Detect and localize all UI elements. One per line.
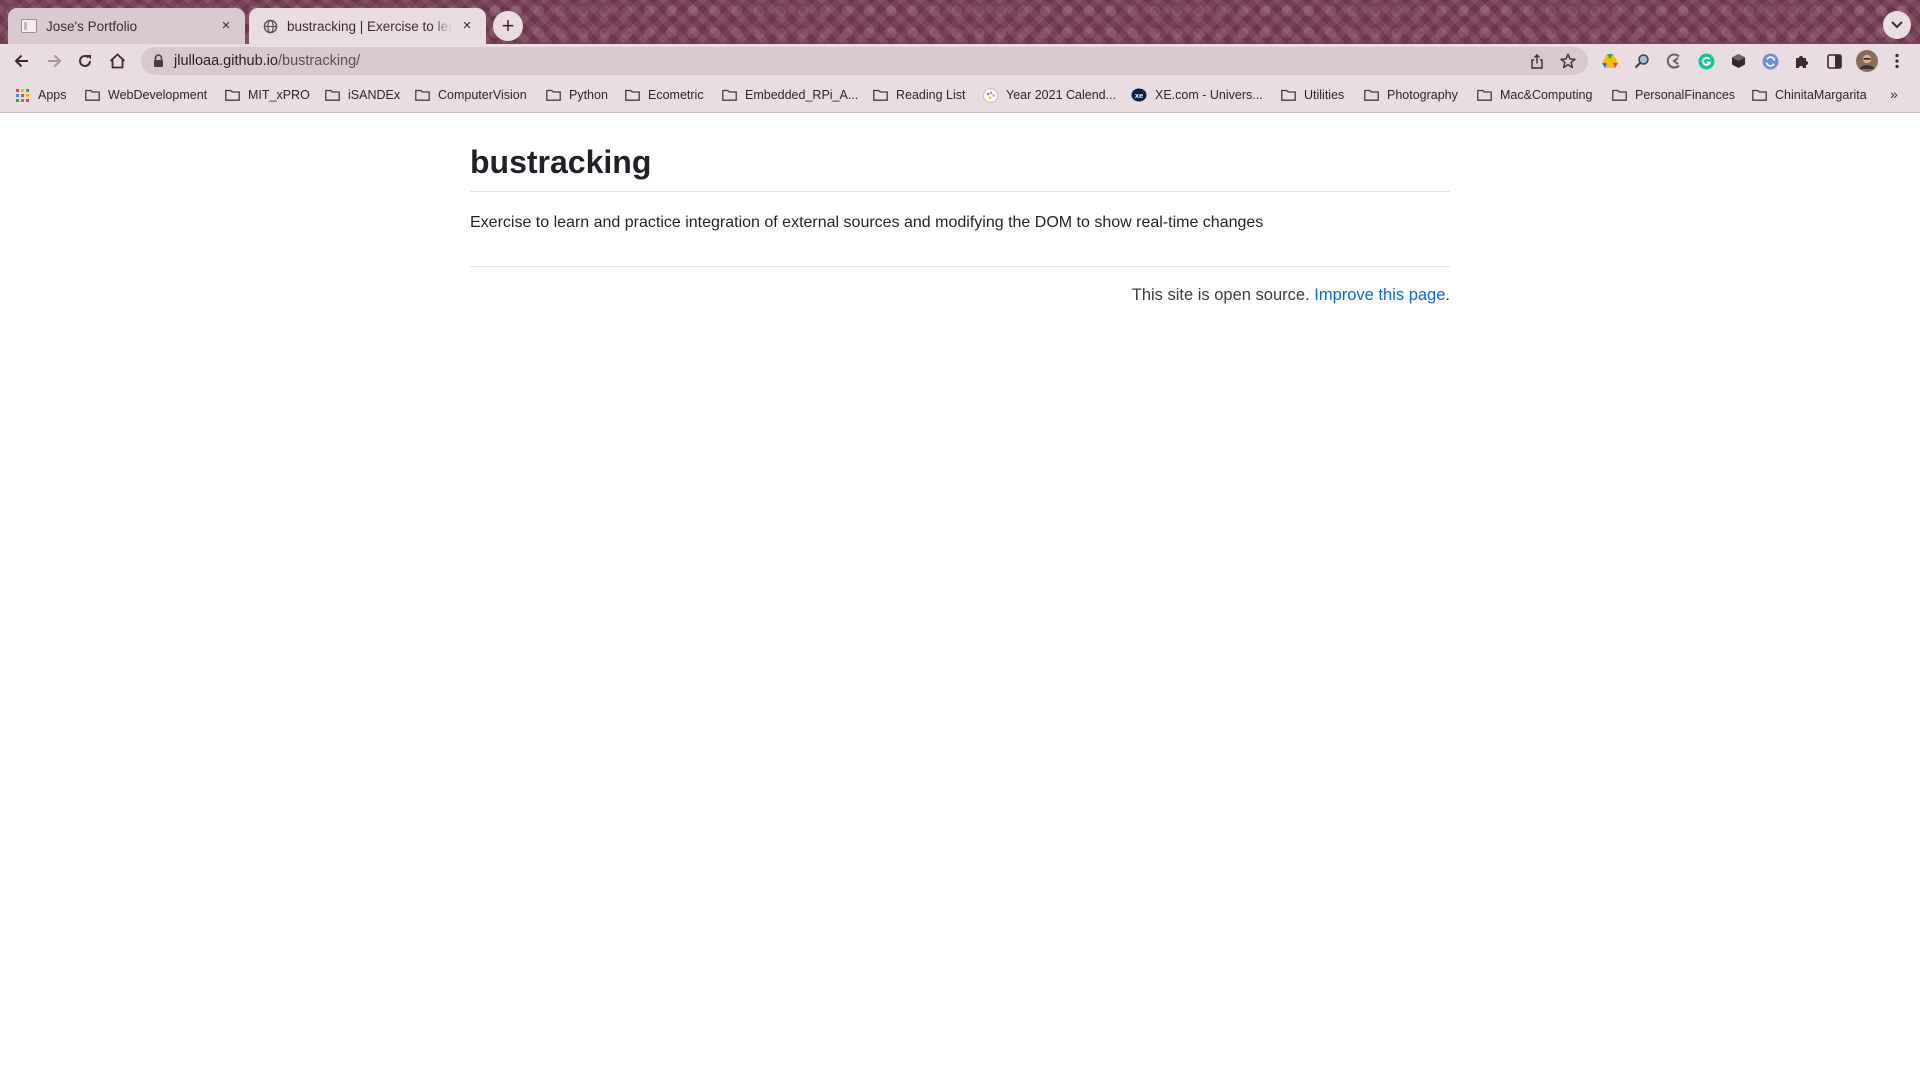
cube-extension-icon[interactable] <box>1729 52 1747 70</box>
bookmark-year-2021-calendar[interactable]: Year 2021 Calend... <box>982 86 1116 104</box>
url-text: jlulloaa.github.io/bustracking/ <box>174 53 360 69</box>
close-tab-icon[interactable]: × <box>217 17 235 35</box>
url-host: jlulloaa.github.io <box>174 53 278 69</box>
tab-bustracking[interactable]: bustracking | Exercise to learn and prac… <box>249 8 486 44</box>
sync-extension-icon[interactable] <box>1761 52 1779 70</box>
bookmark-label: ComputerVision <box>438 88 527 102</box>
bookmark-folder-webdevelopment[interactable]: WebDevelopment <box>84 86 207 104</box>
bookmark-folder-isandex[interactable]: iSANDEx <box>324 86 400 104</box>
bookmark-label: Reading List <box>896 88 966 102</box>
close-tab-icon[interactable]: × <box>458 17 476 35</box>
tab-title: Jose's Portfolio <box>46 18 138 34</box>
back-arrow-icon[interactable] <box>9 48 35 74</box>
bookmark-folder-photography[interactable]: Photography <box>1363 86 1458 104</box>
footer-text: This site is open source. <box>1131 286 1310 304</box>
bookmark-folder-mac-computing[interactable]: Mac&Computing <box>1476 86 1592 104</box>
bookmark-folder-mit-xpro[interactable]: MIT_xPRO <box>224 86 310 104</box>
bookmark-folder-embedded-rpi[interactable]: Embedded_RPi_A... <box>721 86 858 104</box>
url-path: /bustracking/ <box>278 53 361 69</box>
puzzle-extensions-icon[interactable] <box>1793 52 1811 70</box>
bookmark-label: WebDevelopment <box>108 88 208 102</box>
bookmark-folder-chinitamargarita[interactable]: ChinitaMargarita <box>1751 86 1867 104</box>
grammarly-icon[interactable] <box>1697 52 1715 70</box>
google-drive-icon[interactable] <box>1601 52 1619 70</box>
address-bar[interactable]: jlulloaa.github.io/bustracking/ <box>141 47 1588 75</box>
tab-search-chevron-down-icon[interactable] <box>1883 11 1911 39</box>
new-tab-button[interactable]: + <box>493 11 523 41</box>
magnifier-extension-icon[interactable] <box>1633 52 1651 70</box>
bookmark-folder-reading-list[interactable]: Reading List <box>872 86 966 104</box>
folder-icon <box>1751 88 1767 102</box>
bookmark-label: Year 2021 Calend... <box>1006 88 1117 102</box>
bookmark-folder-computervision[interactable]: ComputerVision <box>414 86 527 104</box>
bookmark-label: XE.com - Univers... <box>1155 88 1263 102</box>
divider <box>470 266 1450 267</box>
page-title: bustracking <box>470 144 1450 192</box>
bookmark-label: Python <box>569 88 608 102</box>
folder-icon <box>545 88 561 102</box>
reload-icon[interactable] <box>72 48 98 74</box>
bookmark-label: MIT_xPRO <box>248 88 310 102</box>
bookmark-label: Ecometric <box>648 88 704 102</box>
xe-logo-icon: xe <box>1131 88 1147 102</box>
lock-icon[interactable] <box>153 54 164 73</box>
calendar-site-icon <box>982 87 998 103</box>
folder-icon <box>1363 88 1379 102</box>
bookmark-folder-utilities[interactable]: Utilities <box>1280 86 1344 104</box>
browser-menu-icon[interactable] <box>1890 52 1904 70</box>
folder-icon <box>872 88 888 102</box>
bookmark-label: Utilities <box>1304 88 1345 102</box>
bookmark-folder-ecometric[interactable]: Ecometric <box>624 86 704 104</box>
share-icon[interactable] <box>1528 52 1546 70</box>
globe-icon <box>262 18 278 34</box>
folder-icon <box>414 88 430 102</box>
apps-grid-icon <box>14 88 30 102</box>
folder-icon <box>324 88 340 102</box>
page-footer: This site is open source. Improve this p… <box>1132 286 1450 305</box>
more-bookmarks-chevron-icon[interactable]: » <box>1890 86 1898 102</box>
folder-icon <box>624 88 640 102</box>
bookmark-label: Apps <box>38 88 67 102</box>
page-description: Exercise to learn and practice integrati… <box>470 214 1264 231</box>
avatar[interactable] <box>1856 50 1878 72</box>
folder-icon <box>1476 88 1492 102</box>
bookmark-folder-personalfinances[interactable]: PersonalFinances <box>1611 86 1735 104</box>
browser-toolbar: jlulloaa.github.io/bustracking/ <box>0 44 1920 78</box>
folder-icon <box>1280 88 1296 102</box>
bookmark-apps[interactable]: Apps <box>14 86 67 104</box>
footer-period: . <box>1445 286 1450 304</box>
bookmark-label: ChinitaMargarita <box>1775 88 1867 102</box>
bookmark-star-icon[interactable] <box>1559 52 1577 70</box>
forward-arrow-icon[interactable] <box>41 48 67 74</box>
bookmarks-bar: Apps WebDevelopment MIT_xPRO iSANDEx Com… <box>0 78 1920 113</box>
tab-title: bustracking | Exercise to learn and prac… <box>287 18 452 34</box>
bookmark-xe-com[interactable]: xe XE.com - Univers... <box>1131 86 1263 104</box>
tab-joses-portfolio[interactable]: Jose's Portfolio × <box>8 8 245 44</box>
bookmark-label: Photography <box>1387 88 1458 102</box>
folder-icon <box>224 88 240 102</box>
folder-icon <box>84 88 100 102</box>
folder-icon <box>721 88 737 102</box>
bookmark-label: Mac&Computing <box>1500 88 1593 102</box>
tab-strip: Jose's Portfolio × bustracking | Exercis… <box>0 0 1920 44</box>
bookmark-folder-python[interactable]: Python <box>545 86 608 104</box>
folder-icon <box>1611 88 1627 102</box>
side-panel-icon[interactable] <box>1825 52 1843 70</box>
bookmark-label: iSANDEx <box>348 88 401 102</box>
home-icon[interactable] <box>104 48 130 74</box>
improve-page-link[interactable]: Improve this page <box>1314 286 1445 304</box>
page-favicon-icon <box>21 18 37 34</box>
bookmark-label: Embedded_RPi_A... <box>745 88 859 102</box>
bookmark-label: PersonalFinances <box>1635 88 1736 102</box>
speed-extension-icon[interactable] <box>1665 52 1683 70</box>
svg-text:xe: xe <box>1135 91 1143 100</box>
